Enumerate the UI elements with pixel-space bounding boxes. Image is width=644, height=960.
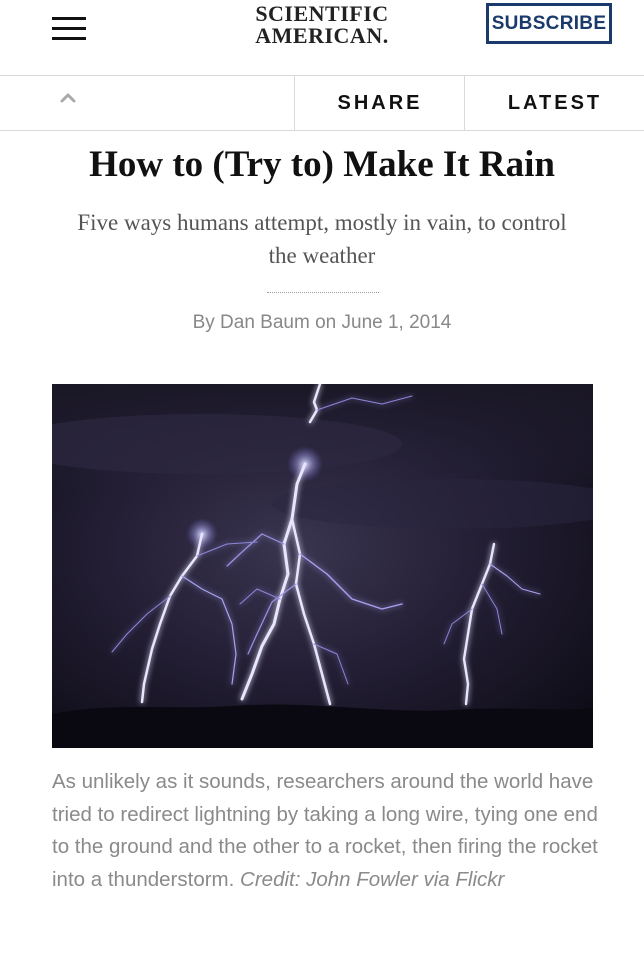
chevron-up-icon[interactable] — [58, 88, 78, 108]
divider — [267, 292, 379, 293]
share-button[interactable]: SHARE — [294, 76, 465, 130]
lightning-storm-image — [2, 382, 632, 748]
hamburger-menu-icon[interactable] — [52, 17, 86, 41]
image-credit: Credit: John Fowler via Flickr — [240, 867, 505, 891]
logo-line-2: AMERICAN. — [255, 23, 389, 48]
site-logo[interactable]: SCIENTIFIC AMERICAN. — [222, 3, 422, 47]
image-caption: As unlikely as it sounds, researchers ar… — [52, 766, 602, 896]
latest-button[interactable]: LATEST — [464, 76, 644, 130]
top-header: SCIENTIFIC AMERICAN. SUBSCRIBE — [0, 0, 644, 76]
subscribe-button[interactable]: SUBSCRIBE — [486, 3, 612, 44]
hero-image-lightning[interactable] — [2, 382, 632, 748]
article-byline: By Dan Baum on June 1, 2014 — [192, 312, 452, 333]
article-nav-bar: SHARE LATEST — [0, 76, 644, 131]
article-headline: How to (Try to) Make It Rain — [89, 144, 555, 185]
article-dek: Five ways humans attempt, mostly in vain… — [77, 210, 567, 268]
logo-line-1: SCIENTIFIC — [255, 1, 389, 26]
